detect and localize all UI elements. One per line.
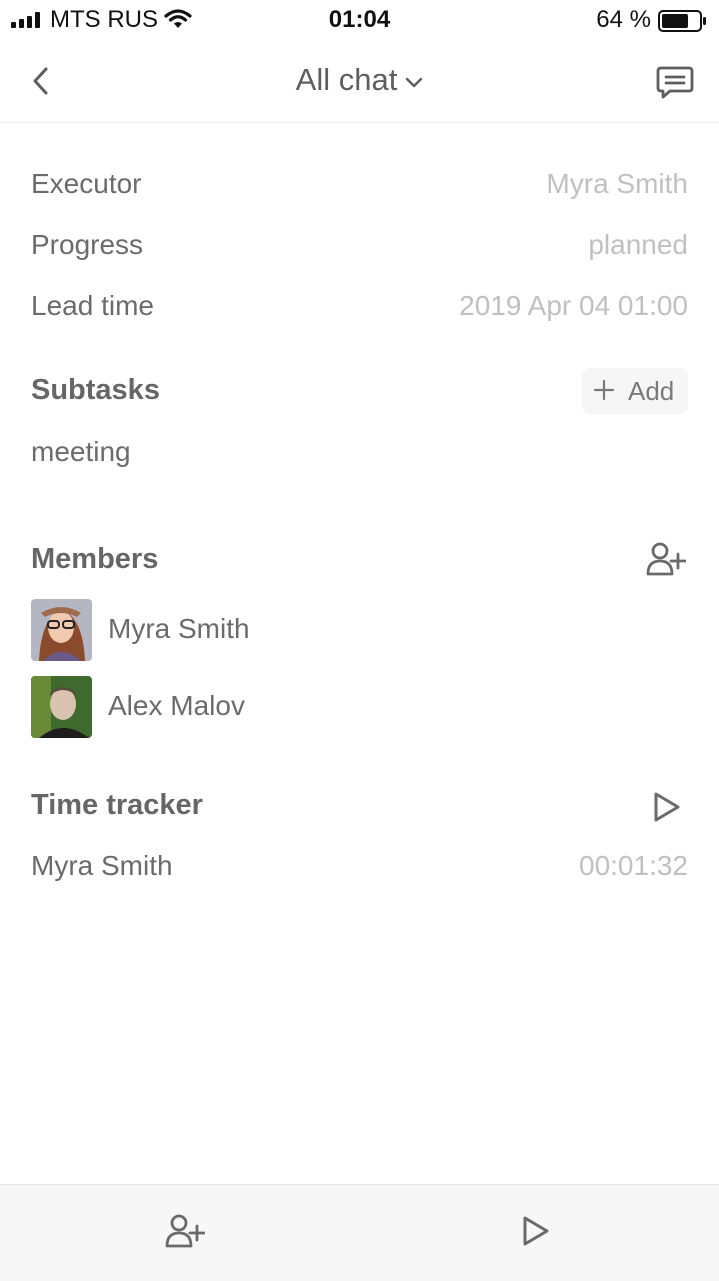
time-entry-row: Myra Smith 00:01:32 [31, 850, 688, 890]
add-member-icon[interactable] [646, 542, 686, 576]
avatar [31, 599, 92, 661]
members-title: Members [31, 543, 159, 575]
chat-selector[interactable]: All chat [0, 62, 719, 98]
add-subtask-button[interactable]: Add [582, 368, 688, 414]
lead-time-value: 2019 Apr 04 01:00 [459, 290, 688, 321]
time-entry-duration: 00:01:32 [579, 850, 688, 881]
executor-row[interactable]: Executor Myra Smith [31, 168, 688, 208]
member-item[interactable]: Myra Smith [31, 599, 531, 661]
avatar-image [31, 676, 92, 738]
time-tracker-title: Time tracker [31, 789, 203, 821]
lead-time-label: Lead time [31, 290, 154, 321]
subtask-item[interactable]: meeting [31, 436, 131, 468]
executor-label: Executor [31, 168, 142, 199]
member-item[interactable]: Alex Malov [31, 676, 531, 738]
battery-icon [658, 10, 706, 32]
status-bar: MTS RUS 01:04 64 % [0, 0, 719, 40]
progress-value: planned [588, 229, 688, 260]
lead-time-row[interactable]: Lead time 2019 Apr 04 01:00 [31, 290, 688, 330]
time-entry-name: Myra Smith [31, 850, 173, 881]
bottom-toolbar [0, 1184, 719, 1281]
subtasks-title: Subtasks [31, 374, 160, 406]
member-name: Alex Malov [108, 690, 245, 721]
plus-icon [593, 379, 615, 401]
battery-percentage: 64 % [596, 6, 651, 33]
play-icon[interactable] [652, 791, 682, 823]
chat-bubble-icon[interactable] [656, 66, 694, 100]
progress-label: Progress [31, 229, 144, 260]
chevron-down-icon [406, 77, 423, 87]
add-member-icon[interactable] [165, 1214, 205, 1248]
executor-value: Myra Smith [546, 168, 688, 199]
member-name: Myra Smith [108, 613, 250, 644]
avatar-image [31, 599, 92, 661]
add-subtask-label: Add [628, 376, 675, 406]
nav-header: All chat [0, 40, 719, 123]
avatar [31, 676, 92, 738]
progress-row[interactable]: Progress planned [31, 229, 688, 269]
play-icon[interactable] [521, 1215, 551, 1247]
nav-title: All chat [295, 62, 398, 97]
